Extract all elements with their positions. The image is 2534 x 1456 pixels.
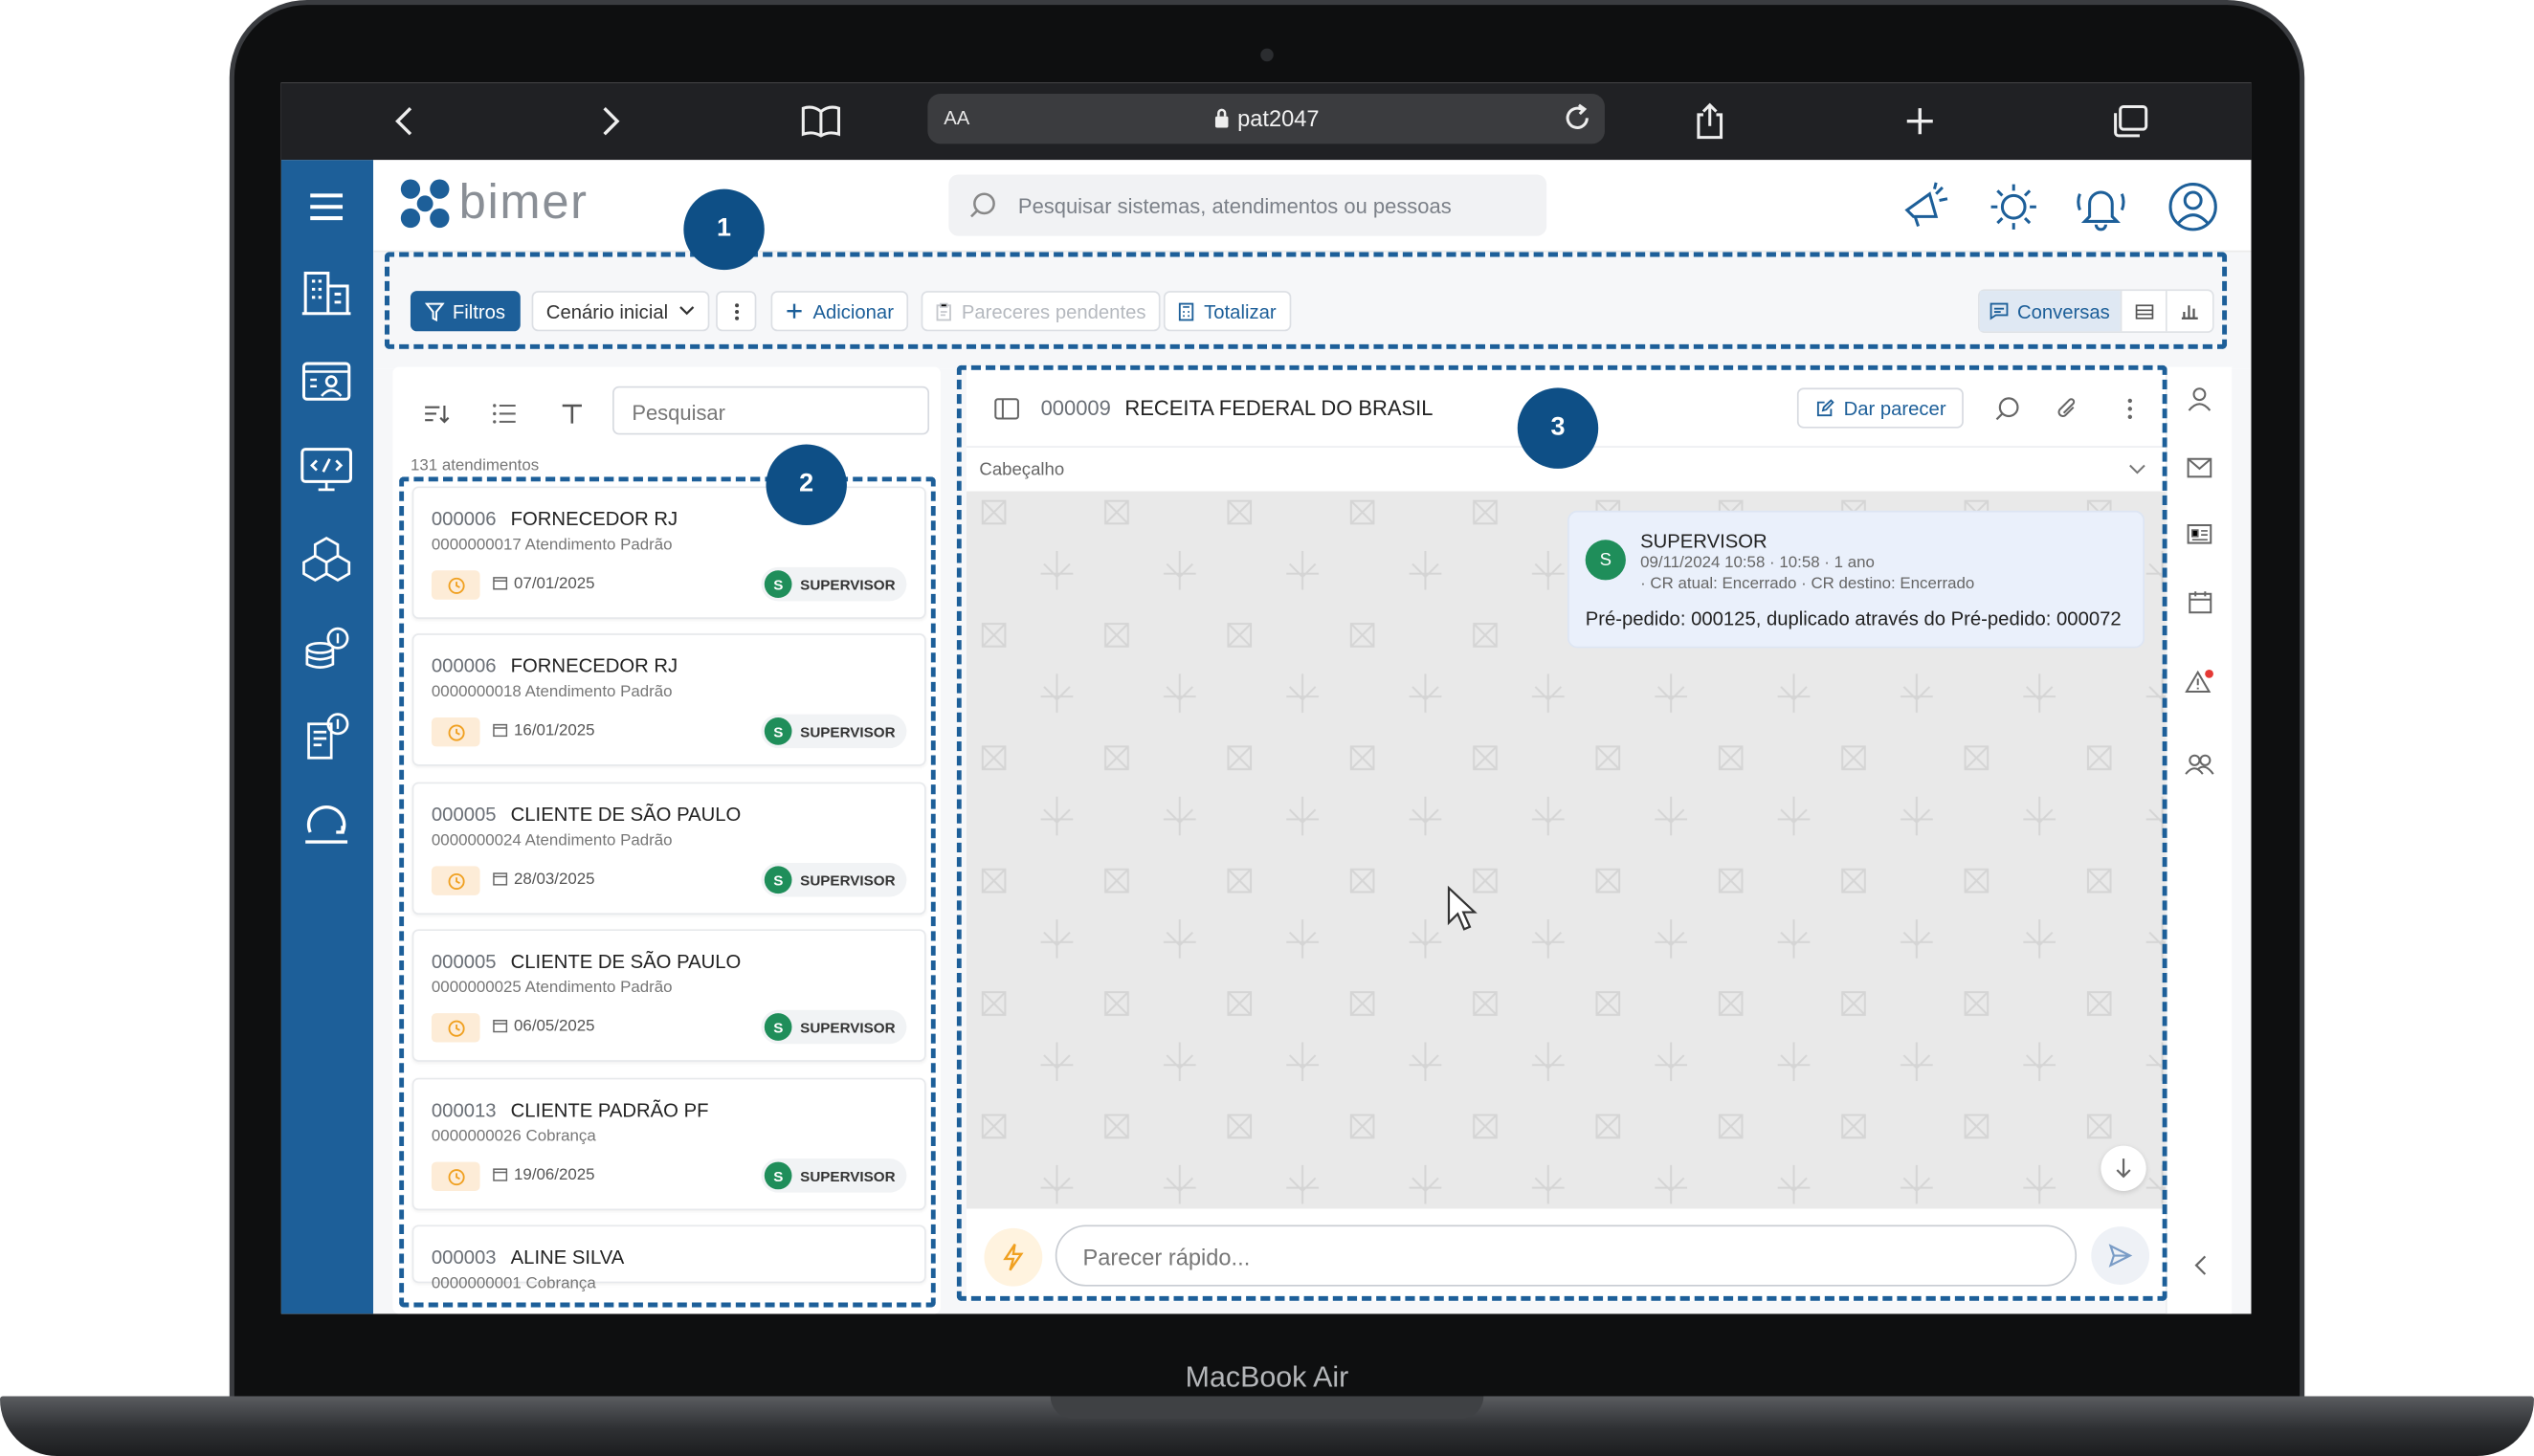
text-format-icon[interactable]: [553, 394, 592, 433]
global-search-input[interactable]: Pesquisar sistemas, atendimentos ou pess…: [948, 174, 1547, 236]
bookmarks-icon[interactable]: [798, 99, 843, 143]
camera: [1260, 48, 1274, 62]
sync-icon[interactable]: [296, 795, 357, 856]
url-label: pat2047: [1237, 104, 1320, 131]
people-icon[interactable]: [2182, 746, 2217, 782]
attendance-count: 131 atendimentos: [410, 457, 540, 475]
url-text: pat2047: [927, 105, 1605, 131]
mouse-cursor-icon: [1446, 885, 1478, 935]
annotation-badge-3: 3: [1517, 387, 1599, 469]
menu-icon[interactable]: [296, 176, 357, 237]
list-icon[interactable]: [485, 394, 524, 433]
tabs-overview-icon[interactable]: [2107, 99, 2152, 143]
app-sidebar: [280, 160, 374, 1314]
annotation-box-conversation: [956, 364, 2167, 1301]
bimer-logo[interactable]: bimer: [397, 176, 588, 231]
id-card-icon[interactable]: [2182, 516, 2217, 551]
search-placeholder: Pesquisar sistemas, atendimentos ou pess…: [1017, 193, 1452, 219]
annotation-box-list: [399, 476, 936, 1308]
billing-document-icon[interactable]: [296, 706, 357, 767]
calendar-icon[interactable]: [2182, 584, 2217, 619]
list-search-input[interactable]: Pesquisar: [612, 386, 930, 435]
cubes-icon[interactable]: [296, 528, 357, 589]
annotation-badge-2: 2: [766, 444, 847, 526]
brightness-icon[interactable]: [1987, 180, 2041, 234]
contact-card-icon[interactable]: [296, 351, 357, 412]
annotation-badge-1: 1: [683, 188, 765, 271]
annotation-box-toolbar: [384, 252, 2228, 349]
coins-icon[interactable]: [296, 617, 357, 678]
collapse-left-icon[interactable]: [2182, 1247, 2217, 1283]
new-tab-icon[interactable]: [1898, 99, 1943, 143]
device-model-label: MacBook Air: [1185, 1360, 1349, 1394]
forward-icon[interactable]: [589, 99, 634, 143]
reload-icon[interactable]: [1560, 100, 1595, 136]
megaphone-icon[interactable]: [1899, 180, 1953, 234]
user-profile-icon[interactable]: [2166, 180, 2220, 234]
sort-icon[interactable]: [417, 394, 456, 433]
app-header: bimer Pesquisar sistemas, atendimentos o…: [373, 160, 2252, 253]
logo-text: bimer: [458, 176, 589, 230]
person-icon[interactable]: [2182, 382, 2217, 417]
browser-toolbar: AA pat2047: [280, 82, 2252, 161]
search-icon: [968, 190, 997, 219]
buildings-icon[interactable]: [296, 262, 357, 323]
dev-monitor-icon[interactable]: [296, 439, 357, 500]
share-icon[interactable]: [1687, 99, 1732, 143]
mail-icon[interactable]: [2182, 450, 2217, 485]
address-bar[interactable]: AA pat2047: [927, 93, 1605, 144]
lock-icon: [1213, 108, 1230, 128]
details-sidebar: [2165, 366, 2233, 1314]
notifications-bell-icon[interactable]: [2074, 180, 2128, 234]
back-icon[interactable]: [382, 99, 427, 143]
laptop-notch: [1050, 1396, 1484, 1420]
warning-icon[interactable]: [2182, 664, 2217, 699]
